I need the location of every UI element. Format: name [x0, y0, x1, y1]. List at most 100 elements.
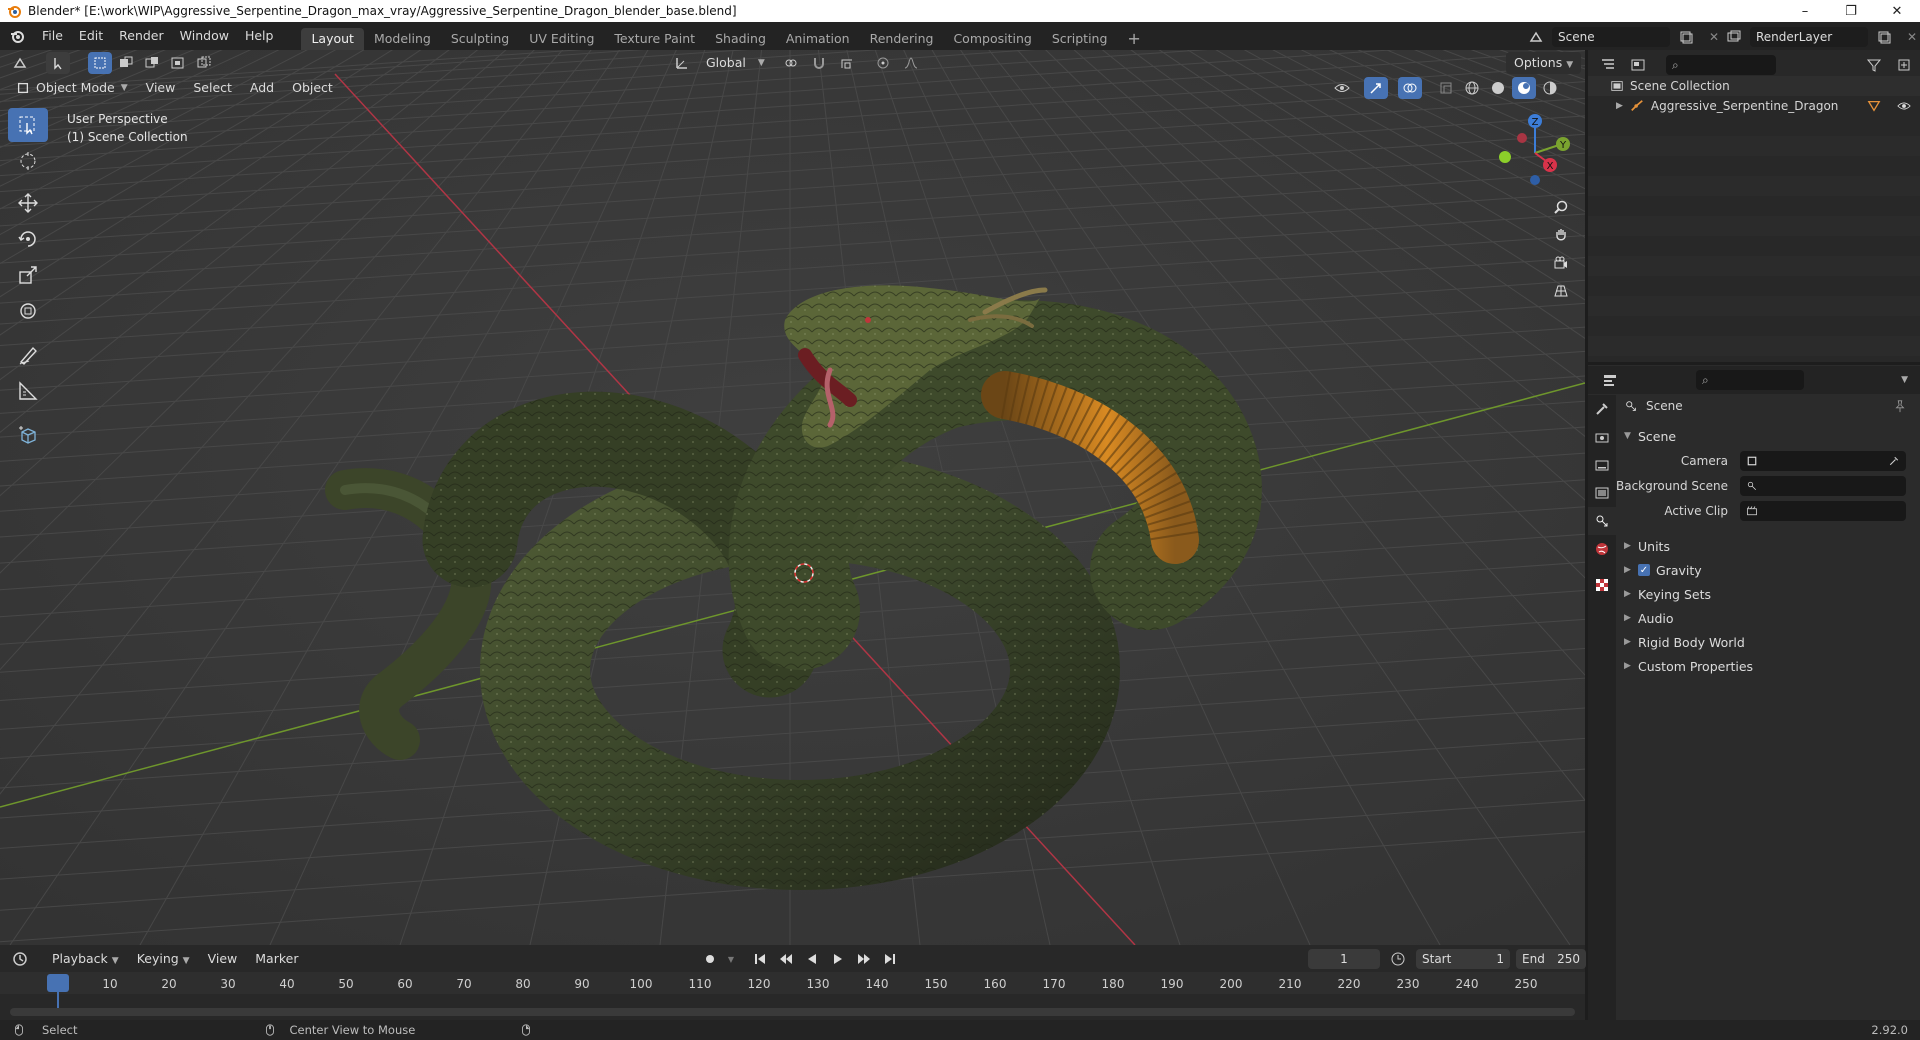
select-mode-intersect-icon[interactable]	[192, 52, 216, 74]
renderlayer-browse-icon[interactable]	[1722, 26, 1746, 48]
tool-move-icon[interactable]	[8, 186, 48, 220]
falloff-icon[interactable]	[899, 52, 923, 74]
tool-scale-icon[interactable]	[8, 258, 48, 292]
prev-keyframe-icon[interactable]	[774, 948, 798, 970]
timeline-menu-keying[interactable]: Keying ▼	[129, 948, 198, 970]
scene-field[interactable]: Scene	[1552, 27, 1670, 47]
tool-add-cube-icon[interactable]	[8, 418, 48, 452]
maximize-button[interactable]: ❐	[1828, 0, 1874, 22]
select-mode-invert-icon[interactable]	[166, 52, 190, 74]
viewport-menu-object[interactable]: Object	[284, 77, 341, 99]
3d-viewport[interactable]	[0, 50, 1585, 945]
eyedropper-icon[interactable]	[1888, 455, 1900, 467]
minimize-button[interactable]: –	[1782, 0, 1828, 22]
playhead[interactable]	[47, 974, 69, 992]
current-frame-field[interactable]: 1	[1308, 949, 1380, 969]
camera-view-icon[interactable]	[1549, 252, 1573, 274]
snap-target-icon[interactable]	[835, 52, 859, 74]
chevron-down-icon[interactable]: ▼	[1901, 375, 1908, 385]
tab-scripting[interactable]: Scripting	[1042, 28, 1118, 50]
tab-scene-icon[interactable]	[1588, 507, 1616, 535]
tab-shading[interactable]: Shading	[705, 28, 776, 50]
shading-wireframe-icon[interactable]	[1460, 77, 1484, 99]
outliner-search-input[interactable]: ⌕	[1666, 55, 1776, 75]
properties-search-input[interactable]: ⌕	[1696, 370, 1804, 390]
chevron-down-icon[interactable]: ▼	[724, 948, 738, 970]
panel-custom-properties[interactable]: ▶ Custom Properties	[1624, 654, 1753, 678]
select-tool-icon[interactable]	[46, 52, 70, 74]
tab-texture-paint[interactable]: Texture Paint	[604, 28, 705, 50]
tab-view-layer-icon[interactable]	[1588, 479, 1616, 507]
section-scene-header[interactable]: ▼ Scene	[1624, 424, 1676, 448]
outliner-row-dragon[interactable]: ▶ Aggressive_Serpentine_Dragon	[1588, 96, 1920, 116]
new-collection-icon[interactable]	[1892, 54, 1916, 76]
overlays-toggle-icon[interactable]	[1398, 77, 1422, 99]
zoom-icon[interactable]	[1549, 196, 1573, 218]
select-mode-new-icon[interactable]	[88, 52, 112, 74]
record-icon[interactable]	[698, 948, 722, 970]
editor-type-icon[interactable]	[8, 52, 32, 74]
tab-world-icon[interactable]	[1588, 535, 1616, 563]
options-dropdown[interactable]: Options ▼	[1506, 52, 1582, 74]
tab-tool-icon[interactable]	[1588, 395, 1616, 423]
new-renderlayer-icon[interactable]	[1872, 26, 1896, 48]
tab-compositing[interactable]: Compositing	[943, 28, 1041, 50]
scene-browse-icon[interactable]	[1524, 26, 1548, 48]
panel-keying-sets[interactable]: ▶ Keying Sets	[1624, 582, 1711, 606]
tab-layout[interactable]: Layout	[301, 28, 364, 50]
new-scene-icon[interactable]	[1674, 26, 1698, 48]
tab-render-icon[interactable]	[1588, 423, 1616, 451]
panel-units[interactable]: ▶ Units	[1624, 534, 1670, 558]
tab-output-icon[interactable]	[1588, 451, 1616, 479]
panel-audio[interactable]: ▶ Audio	[1624, 606, 1674, 630]
viewport-menu-select[interactable]: Select	[185, 77, 240, 99]
viewport-menu-add[interactable]: Add	[242, 77, 282, 99]
shading-material-icon[interactable]	[1512, 77, 1536, 99]
active-clip-field[interactable]	[1740, 501, 1906, 521]
tool-measure-icon[interactable]	[8, 374, 48, 408]
blender-menu-icon[interactable]	[0, 28, 34, 44]
panel-gravity[interactable]: ▶ ✓ Gravity	[1624, 558, 1702, 582]
tool-annotate-icon[interactable]	[8, 338, 48, 372]
gravity-checkbox[interactable]: ✓	[1638, 564, 1650, 576]
pivot-point-icon[interactable]	[779, 52, 803, 74]
add-workspace-icon[interactable]: +	[1117, 28, 1150, 50]
background-scene-field[interactable]	[1740, 476, 1906, 496]
eye-visibility-icon[interactable]	[1896, 99, 1912, 113]
tab-modeling[interactable]: Modeling	[364, 28, 441, 50]
pin-icon[interactable]	[1893, 399, 1907, 413]
timeline-menu-playback[interactable]: Playback ▼	[44, 948, 127, 970]
jump-start-icon[interactable]	[748, 948, 772, 970]
timeline-menu-marker[interactable]: Marker	[247, 948, 306, 970]
tab-uv-editing[interactable]: UV Editing	[519, 28, 604, 50]
tab-sculpting[interactable]: Sculpting	[441, 28, 519, 50]
play-icon[interactable]	[826, 948, 850, 970]
filter-icon[interactable]	[1862, 54, 1886, 76]
select-mode-extend-icon[interactable]	[114, 52, 138, 74]
tab-rendering[interactable]: Rendering	[860, 28, 944, 50]
tool-rotate-icon[interactable]	[8, 222, 48, 256]
gizmo-toggle-icon[interactable]	[1364, 77, 1388, 99]
outliner-row-scene-collection[interactable]: Scene Collection	[1588, 76, 1920, 96]
menu-file[interactable]: File	[34, 22, 71, 50]
preview-range-icon[interactable]	[1386, 948, 1410, 970]
visibility-icon[interactable]	[1330, 77, 1354, 99]
navigation-gizmo[interactable]: Z Y X	[1490, 108, 1580, 198]
outliner-editor-icon[interactable]	[1596, 54, 1620, 76]
tab-animation[interactable]: Animation	[776, 28, 860, 50]
tool-select-box-icon[interactable]	[8, 108, 48, 142]
viewport-menu-view[interactable]: View	[138, 77, 184, 99]
menu-help[interactable]: Help	[237, 22, 282, 50]
shading-solid-icon[interactable]	[1486, 77, 1510, 99]
tool-transform-icon[interactable]	[8, 294, 48, 328]
expand-arrow-icon[interactable]: ▶	[1616, 101, 1623, 111]
menu-render[interactable]: Render	[111, 22, 172, 50]
select-mode-subtract-icon[interactable]	[140, 52, 164, 74]
delete-renderlayer-icon[interactable]: ✕	[1900, 26, 1920, 48]
menu-edit[interactable]: Edit	[71, 22, 111, 50]
tool-cursor-icon[interactable]	[8, 144, 48, 178]
close-window-button[interactable]: ✕	[1874, 0, 1920, 22]
end-frame-field[interactable]: End 250	[1516, 949, 1586, 969]
shading-rendered-icon[interactable]	[1538, 77, 1562, 99]
renderlayer-field[interactable]: RenderLayer	[1750, 27, 1868, 47]
